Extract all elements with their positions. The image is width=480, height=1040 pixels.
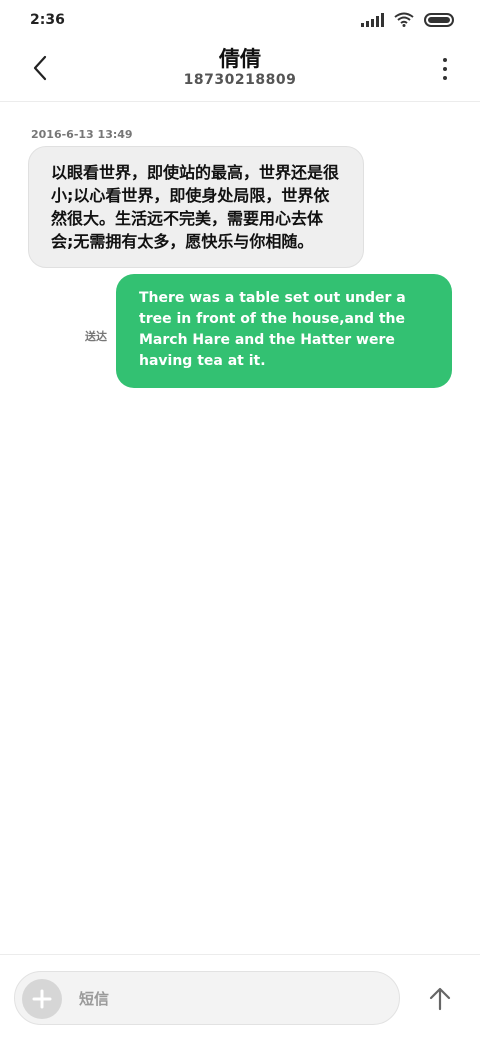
contact-name: 倩倩 [219,47,261,71]
message-list[interactable]: 2016-6-13 13:49 以眼看世界，即使站的最高，世界还是很小;以心看世… [0,102,480,954]
wifi-icon [394,12,414,27]
conversation-header: 倩倩 18730218809 [0,40,480,102]
contact-number: 18730218809 [183,72,297,88]
add-attachment-button[interactable] [22,979,62,1019]
status-icons [361,12,454,27]
more-options-button[interactable] [434,54,456,84]
signal-icon [361,12,384,27]
battery-icon [424,12,454,27]
arrow-up-icon [429,987,451,1011]
send-button[interactable] [420,979,460,1019]
delivery-status: 送达 [85,330,107,343]
status-bar: 2:36 [0,0,480,40]
outgoing-message-bubble[interactable]: There was a table set out under a tree i… [116,274,452,388]
message-timestamp: 2016-6-13 13:49 [31,128,133,141]
status-time: 2:36 [30,12,65,28]
header-title: 倩倩 18730218809 [0,46,480,88]
messaging-screen: 2:36 倩倩 18730218809 2016-6-13 13:49 以眼看世… [0,0,480,1040]
message-composer [0,954,480,1040]
composer-input-container [14,971,400,1025]
incoming-message-bubble[interactable]: 以眼看世界，即使站的最高，世界还是很小;以心看世界，即使身处局限，世界依然很大。… [28,146,364,268]
plus-icon [32,989,52,1009]
more-vertical-icon [443,58,447,62]
message-input[interactable] [79,982,379,1016]
